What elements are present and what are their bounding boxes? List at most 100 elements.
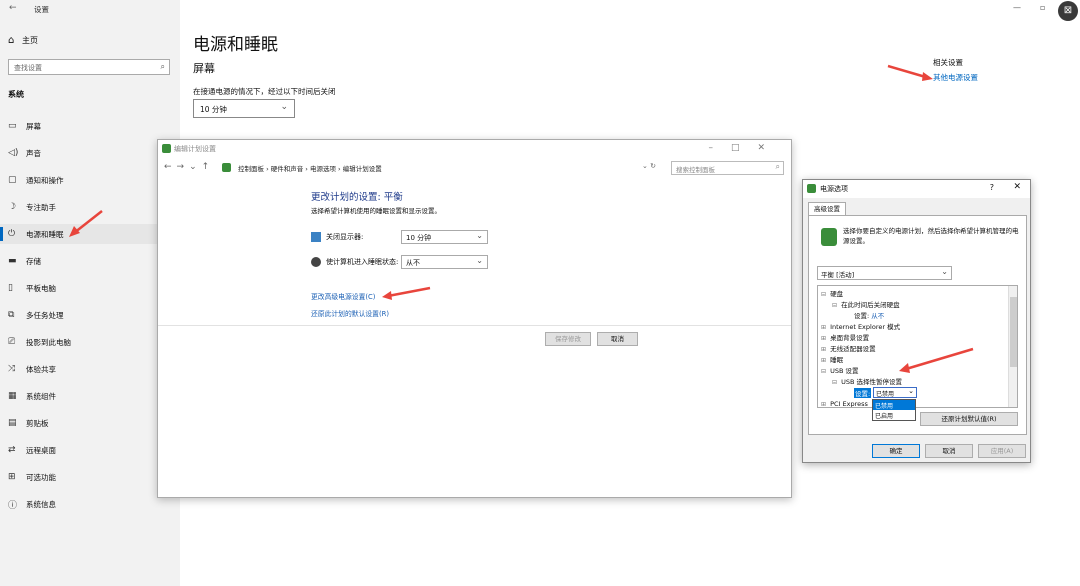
tree-item-hard-disk[interactable]: ⊟ 硬盘 [821, 288, 843, 298]
sidebar-item-label: 体验共享 [26, 364, 56, 374]
scrollbar-thumb[interactable] [1010, 297, 1017, 367]
sidebar-item-share[interactable]: ⤨ 体验共享 [0, 359, 180, 379]
collapse-icon[interactable]: ⊟ [821, 368, 828, 375]
option-disabled[interactable]: 已禁用 [873, 400, 915, 410]
sidebar-item-info[interactable]: ⓘ 系统信息 [0, 494, 180, 514]
ok-button[interactable]: 确定 [872, 444, 920, 458]
help-button[interactable]: ? [990, 183, 994, 192]
sidebar-item-features[interactable]: ⊞ 可选功能 [0, 467, 180, 487]
sidebar-item-storage[interactable]: ▬ 存储 [0, 251, 180, 271]
sidebar-item-notification[interactable]: ▢ 通知和操作 [0, 170, 180, 190]
tree-item-wireless[interactable]: ⊞ 无线适配器设置 [821, 343, 876, 353]
option-enabled[interactable]: 已启用 [873, 410, 915, 420]
search-icon: ⌕ [775, 162, 780, 171]
refresh-icon[interactable]: ⌄ ↻ [642, 162, 656, 170]
page-title: 电源和睡眠 [193, 35, 278, 55]
home-icon: ⌂ [8, 35, 15, 46]
section-label: 系统 [8, 90, 24, 99]
expand-icon[interactable]: ⊞ [821, 324, 828, 331]
breadcrumb-3[interactable]: 编辑计划设置 [343, 165, 382, 173]
restore-plan-defaults-button[interactable]: 还原计划默认值(R) [920, 412, 1018, 426]
screen-timeout-value: 10 分钟 [200, 105, 227, 114]
nav-home[interactable]: ⌂ 主页 [8, 35, 38, 46]
tree-item-hd-setting[interactable]: 设置: 从不 [854, 310, 884, 320]
chevron-down-icon: ⌄ [908, 387, 914, 395]
sleep-value: 从不 [406, 259, 420, 267]
window-controls[interactable]: –□✕ [708, 143, 783, 153]
window-titlebar: 编辑计划设置 –□✕ [158, 140, 791, 158]
save-changes-button[interactable]: 保存修改 [545, 332, 591, 346]
tree-item-sleep[interactable]: ⊞ 睡眠 [821, 354, 843, 364]
sidebar-item-speaker[interactable]: ◁) 声音 [0, 143, 180, 163]
sidebar-item-remote[interactable]: ⇄ 远程桌面 [0, 440, 180, 460]
screen-timeout-dropdown[interactable]: 10 分钟 ⌄ [193, 99, 295, 118]
sleep-timeout-select[interactable]: 从不 ⌄ [401, 255, 488, 269]
annotation-arrow [899, 347, 974, 373]
cancel-button[interactable]: 取消 [597, 332, 638, 346]
tree-label: 桌面背景设置 [830, 334, 870, 342]
app-title: 设置 [34, 5, 49, 14]
tree-item-ie[interactable]: ⊞ Internet Explorer 模式 [821, 321, 900, 331]
back-arrow-icon[interactable]: ← [9, 3, 17, 13]
sidebar-item-monitor[interactable]: ▭ 屏幕 [0, 116, 180, 136]
chevron-down-icon: ⌄ [476, 256, 483, 265]
collapse-icon[interactable]: ⊟ [821, 291, 828, 298]
power-options-icon [807, 184, 816, 193]
tree-item-hd-after[interactable]: ⊟ 在此时间后关闭硬盘 [832, 299, 900, 309]
restore-defaults-link[interactable]: 还原此计划的默认设置(R) [311, 308, 389, 318]
features-icon: ⊞ [8, 472, 16, 482]
cp-search-placeholder: 搜索控制面板 [676, 166, 715, 174]
apply-button[interactable]: 应用(A) [978, 444, 1026, 458]
tree-label: PCI Express [830, 400, 868, 408]
tree-item-usb-suspend[interactable]: ⊟ USB 选择性暂停设置 [832, 376, 902, 386]
power-options-dialog: 电源选项 ? ✕ 高级设置 选择你要自定义的电源计划，然后选择你希望计算机管理的… [802, 179, 1031, 463]
collapse-icon[interactable]: ⊟ [832, 379, 839, 386]
expand-icon[interactable]: ⊞ [821, 357, 828, 364]
dialog-description: 选择你要自定义的电源计划，然后选择你希望计算机管理的电源设置。 [843, 227, 1019, 245]
plan-select[interactable]: 平衡 [活动] ⌄ [817, 266, 952, 280]
speaker-icon: ◁) [8, 148, 19, 158]
restore-icon[interactable]: ▫ [1040, 3, 1045, 12]
sidebar-item-label: 通知和操作 [26, 175, 64, 185]
breadcrumb-2[interactable]: 电源选项 [310, 165, 336, 173]
sidebar-item-tablet[interactable]: ▯ 平板电脑 [0, 278, 180, 298]
expand-icon[interactable]: ⊞ [821, 401, 828, 407]
multitask-icon: ⧉ [8, 310, 15, 320]
tree-item-usb-setting[interactable]: 设置: [854, 388, 872, 398]
display-label: 关闭显示器: [326, 233, 364, 241]
cancel-button[interactable]: 取消 [925, 444, 973, 458]
tree-item-desktop-bg[interactable]: ⊞ 桌面背景设置 [821, 332, 869, 342]
usb-suspend-select[interactable]: 已禁用 ⌄ [873, 387, 917, 398]
tab-advanced-settings[interactable]: 高级设置 [808, 202, 846, 216]
tree-item-usb[interactable]: ⊟ USB 设置 [821, 365, 859, 375]
display-timeout-select[interactable]: 10 分钟 ⌄ [401, 230, 488, 244]
breadcrumb-0[interactable]: 控制面板 [238, 165, 264, 173]
expand-icon[interactable]: ⊞ [821, 335, 828, 342]
control-panel-search-input[interactable]: 搜索控制面板 ⌕ [671, 161, 784, 175]
advanced-power-settings-link[interactable]: 更改高级电源设置(C) [311, 291, 375, 301]
share-icon: ⤨ [8, 364, 16, 374]
plan-subheading: 选择希望计算机使用的睡眠设置和显示设置。 [311, 207, 441, 215]
tree-scrollbar[interactable] [1008, 286, 1017, 407]
tree-label: 设置: [854, 312, 870, 320]
sidebar-item-project[interactable]: ⎚ 投影到此电脑 [0, 332, 180, 352]
screenshot-tool-icon[interactable]: ⊠ [1058, 1, 1078, 21]
sidebar-item-clipboard[interactable]: ▤ 剪贴板 [0, 413, 180, 433]
collapse-icon[interactable]: ⊟ [832, 302, 839, 309]
sidebar-item-components[interactable]: ▦ 系统组件 [0, 386, 180, 406]
hd-setting-value[interactable]: 从不 [871, 312, 884, 320]
window-title: 编辑计划设置 [174, 145, 216, 153]
breadcrumb[interactable]: 控制面板 › 硬件和声音 › 电源选项 › 编辑计划设置 ⌄ ↻ [220, 161, 660, 175]
tree-item-pci[interactable]: ⊞ PCI Express [821, 400, 868, 408]
usb-suspend-options[interactable]: 已禁用 已启用 [872, 399, 916, 421]
breadcrumb-1[interactable]: 硬件和声音 [271, 165, 304, 173]
close-icon[interactable]: ✕ [1013, 182, 1021, 192]
sidebar-item-multitask[interactable]: ⧉ 多任务处理 [0, 305, 180, 325]
expand-icon[interactable]: ⊞ [821, 346, 828, 353]
other-power-settings-link[interactable]: 其他电源设置 [933, 72, 978, 83]
nav-arrows-icon[interactable]: ←→⌄↑ [164, 162, 214, 172]
chevron-down-icon: ⌄ [280, 102, 288, 112]
control-panel-icon [222, 163, 231, 172]
minimize-icon[interactable]: — [1013, 3, 1021, 12]
search-input[interactable]: 查找设置 ⌕ [8, 59, 170, 75]
